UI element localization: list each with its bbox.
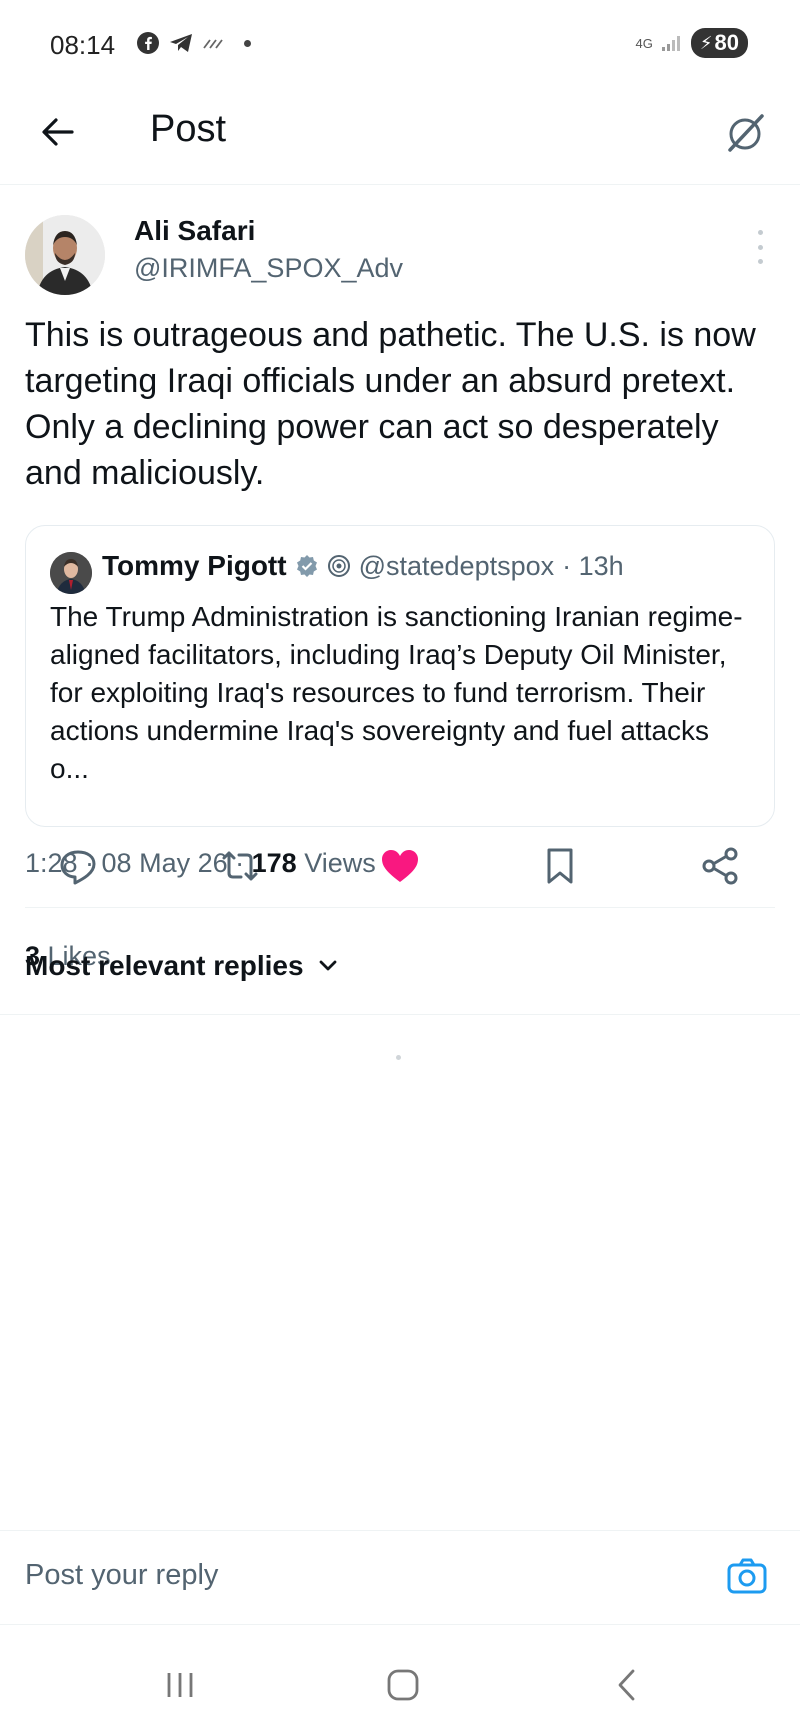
charging-icon: ⚡ xyxy=(699,32,713,53)
quote-time: · 13h xyxy=(562,550,624,581)
share-icon xyxy=(702,847,738,885)
grok-button[interactable] xyxy=(720,108,770,158)
loading-indicator xyxy=(396,1055,401,1060)
status-time: 08:14 xyxy=(50,30,116,60)
reply-composer xyxy=(0,1530,800,1625)
like-button[interactable] xyxy=(374,840,426,892)
post-text: This is outrageous and pathetic. The U.S… xyxy=(25,316,756,492)
bookmark-icon xyxy=(547,848,573,884)
page-title: Post xyxy=(150,108,227,150)
reply-icon xyxy=(60,850,96,885)
verified-badge-icon xyxy=(296,555,317,577)
grok-icon xyxy=(728,114,764,152)
status-right: 4G ⚡ 80 xyxy=(636,28,748,58)
camera-button[interactable] xyxy=(724,1553,770,1599)
action-bar xyxy=(0,840,800,900)
home-button[interactable] xyxy=(378,1665,428,1705)
status-bar: 08:14 4G ⚡ 80 xyxy=(0,0,800,90)
divider xyxy=(0,1014,800,1015)
replies-sort-label: Most relevant replies xyxy=(25,950,304,981)
recent-apps-button[interactable] xyxy=(155,1665,205,1705)
more-dot-icon xyxy=(757,244,763,250)
system-nav-bar xyxy=(0,1625,800,1734)
like-icon xyxy=(382,850,418,882)
author-name[interactable]: Ali Safari xyxy=(134,215,255,247)
avatar[interactable] xyxy=(25,215,105,295)
quote-header: Tommy Pigott @statedeptspox · 13h xyxy=(102,550,624,582)
quote-avatar xyxy=(50,552,92,594)
author-avatar-image xyxy=(25,215,105,295)
repost-button[interactable] xyxy=(214,840,266,892)
chevron-down-icon xyxy=(319,960,336,971)
quoted-post[interactable]: Tommy Pigott @statedeptspox · 13h The Tr… xyxy=(25,525,775,827)
recent-apps-icon xyxy=(167,1673,193,1697)
chevron-left-icon xyxy=(618,1669,635,1701)
quote-avatar-image xyxy=(50,552,92,594)
quote-author-name: Tommy Pigott xyxy=(102,550,287,581)
quote-text: The Trump Administration is sanctioning … xyxy=(50,601,743,784)
cellular-signal-icon xyxy=(661,36,680,51)
facebook-icon xyxy=(137,32,159,54)
dot-indicator xyxy=(244,39,251,47)
post-header: Post xyxy=(0,90,800,185)
reply-button[interactable] xyxy=(52,840,104,892)
more-dot-icon xyxy=(757,259,763,264)
notification-icons xyxy=(136,31,251,55)
telegram-icon xyxy=(170,34,192,52)
more-dot-icon xyxy=(757,230,763,235)
home-icon xyxy=(387,1669,419,1701)
arrow-left-icon xyxy=(42,118,74,146)
camera-icon xyxy=(727,1558,767,1594)
quote-author-handle: @statedeptspox xyxy=(358,550,555,581)
signal-icon xyxy=(203,39,223,49)
share-button[interactable] xyxy=(695,840,747,892)
battery-level: 80 xyxy=(714,30,739,55)
repost-icon xyxy=(222,851,258,881)
government-seal-icon xyxy=(327,555,350,577)
back-nav-button[interactable] xyxy=(602,1665,652,1705)
replies-sort-dropdown[interactable]: Most relevant replies xyxy=(25,950,338,982)
divider xyxy=(25,907,775,908)
back-button[interactable] xyxy=(36,110,80,154)
author-handle[interactable]: @IRIMFA_SPOX_Adv xyxy=(134,253,403,284)
reply-input[interactable] xyxy=(25,1553,625,1597)
network-label: 4G xyxy=(635,35,653,51)
battery-indicator: ⚡ 80 xyxy=(690,28,748,58)
more-options-button[interactable] xyxy=(750,230,770,264)
bookmark-button[interactable] xyxy=(534,840,586,892)
